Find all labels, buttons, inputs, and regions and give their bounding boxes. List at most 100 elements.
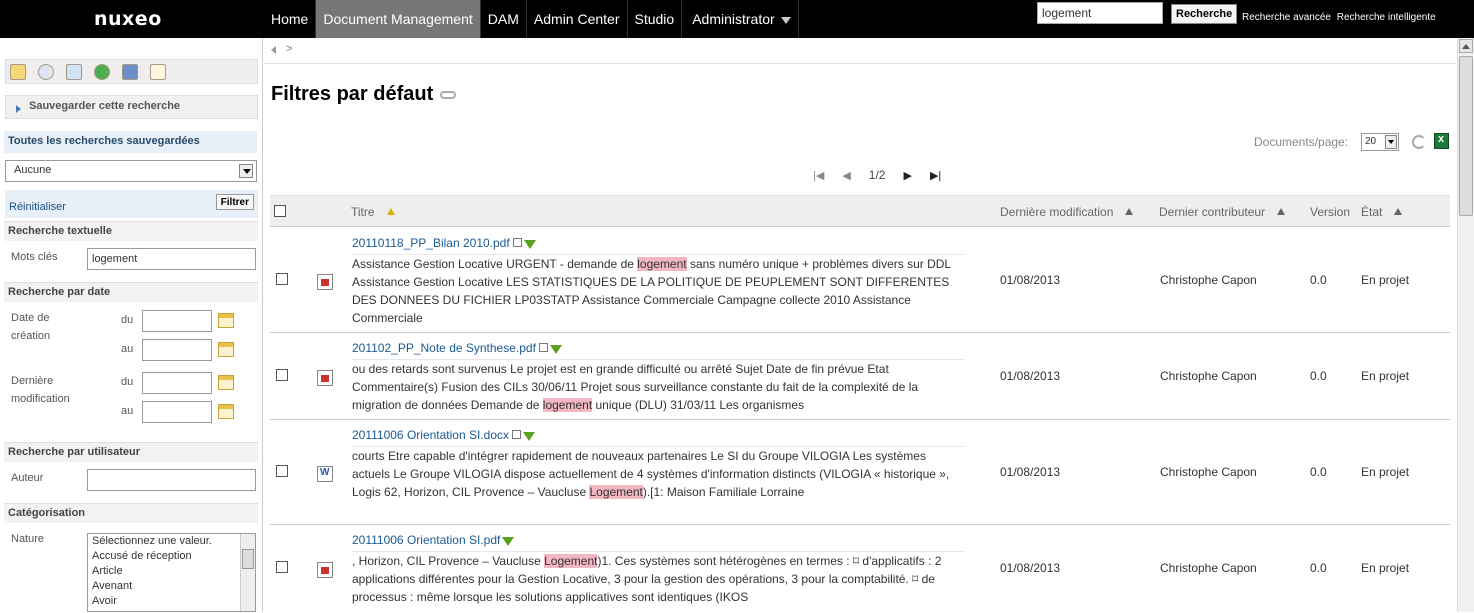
saved-searches-heading: Toutes les recherches sauvegardées xyxy=(4,131,257,153)
smart-search-link[interactable]: Recherche intelligente xyxy=(1337,12,1436,23)
nav-admin-center[interactable]: Admin Center xyxy=(527,0,628,38)
modification-from-input[interactable] xyxy=(142,372,212,394)
download-icon[interactable] xyxy=(549,345,562,354)
row-checkbox[interactable] xyxy=(276,273,288,285)
download-icon[interactable] xyxy=(502,537,515,546)
excel-export-icon[interactable] xyxy=(1434,133,1449,149)
download-icon[interactable] xyxy=(523,240,536,249)
table-row: 20111006 Orientation SI.pdf , Horizon, C… xyxy=(270,525,1450,613)
next-page-icon[interactable]: ▶ xyxy=(903,169,911,182)
folder-search-icon[interactable] xyxy=(10,63,26,80)
nature-option[interactable]: Article xyxy=(88,564,255,579)
tag-icon[interactable] xyxy=(66,63,82,80)
notepad-icon[interactable] xyxy=(122,63,138,80)
column-title[interactable]: Titre xyxy=(351,205,395,219)
chevron-down-icon xyxy=(239,164,253,178)
nature-scroll-thumb[interactable] xyxy=(242,549,254,569)
chevron-down-icon xyxy=(780,16,791,24)
contributor-name: Christophe Capon xyxy=(1160,273,1257,287)
keywords-input[interactable] xyxy=(87,248,256,270)
calendar-icon[interactable] xyxy=(218,342,234,357)
modification-to-input[interactable] xyxy=(142,401,212,423)
contributor-name: Christophe Capon xyxy=(1160,369,1257,383)
state-value: En projet xyxy=(1361,465,1410,479)
previous-page-icon[interactable]: ◀ xyxy=(842,169,850,182)
top-bar: nuxeo Home Document Management DAM Admin… xyxy=(0,0,1474,38)
nav-dam[interactable]: DAM xyxy=(481,0,527,38)
nature-option[interactable]: Sélectionnez une valeur. xyxy=(88,534,255,549)
nature-option[interactable]: Avoir xyxy=(88,594,255,609)
scroll-up-icon[interactable] xyxy=(1459,39,1473,53)
column-modified[interactable]: Dernière modification xyxy=(1000,205,1134,219)
nav-studio[interactable]: Studio xyxy=(628,0,683,38)
top-search-links: Recherche avancée Recherche intelligente xyxy=(1242,12,1439,23)
external-link-icon[interactable] xyxy=(512,238,522,247)
top-search-button[interactable]: Recherche xyxy=(1171,4,1238,24)
column-contributor-label: Dernier contributeur xyxy=(1159,205,1266,219)
calendar-icon[interactable] xyxy=(218,375,234,390)
creation-date-label-line1: Date de xyxy=(11,312,50,324)
filter-button[interactable]: Filtrer xyxy=(215,194,254,210)
row-checkbox[interactable] xyxy=(276,369,288,381)
modification-from-label: du xyxy=(121,376,134,388)
state-value: En projet xyxy=(1361,369,1410,383)
document-title-link[interactable]: 20111006 Orientation SI.pdf xyxy=(352,533,515,547)
nuxeo-logo[interactable]: nuxeo xyxy=(94,8,162,30)
author-input[interactable] xyxy=(87,469,256,491)
top-search-input[interactable] xyxy=(1037,2,1163,24)
creation-from-input[interactable] xyxy=(142,310,212,332)
pdf-file-icon xyxy=(317,562,333,578)
row-checkbox[interactable] xyxy=(276,561,288,573)
page-scrollbar[interactable] xyxy=(1457,38,1474,612)
column-state[interactable]: État xyxy=(1361,205,1403,219)
back-arrow-icon[interactable] xyxy=(271,46,276,54)
document-title-link[interactable]: 20111006 Orientation SI.docx xyxy=(352,428,535,442)
reset-link[interactable]: Réinitialiser xyxy=(9,201,66,213)
document-title-text: 201102_PP_Note de Synthese.pdf xyxy=(352,341,536,355)
download-icon[interactable] xyxy=(523,432,535,441)
nature-listbox[interactable]: Sélectionnez une valeur. Accusé de récep… xyxy=(87,533,256,612)
search-highlight: logement xyxy=(542,398,593,412)
nav-administrator-menu[interactable]: Administrator xyxy=(682,0,799,38)
calendar-icon[interactable] xyxy=(218,404,234,419)
column-state-label: État xyxy=(1361,205,1383,219)
author-label: Auteur xyxy=(11,472,44,484)
creation-to-input[interactable] xyxy=(142,339,212,361)
first-page-icon[interactable]: |◀ xyxy=(813,169,824,182)
save-search-button[interactable]: Sauvegarder cette recherche xyxy=(5,95,258,119)
select-all-checkbox[interactable] xyxy=(274,205,286,217)
excerpt-text: unique (DLU) 31/03/11 Les organismes xyxy=(592,398,805,412)
document-title-text: 20111006 Orientation SI.docx xyxy=(352,428,509,442)
refresh-icon[interactable] xyxy=(1412,135,1426,149)
state-value: En projet xyxy=(1361,561,1410,575)
calendar-icon[interactable] xyxy=(218,313,234,328)
edit-list-icon[interactable] xyxy=(150,63,166,80)
external-link-icon[interactable] xyxy=(512,430,521,439)
column-version[interactable]: Version xyxy=(1310,205,1350,219)
pager: |◀ ◀ 1/2 ▶ ▶| xyxy=(804,168,950,182)
globe-icon[interactable] xyxy=(94,63,110,80)
row-checkbox[interactable] xyxy=(276,465,288,477)
nav-document-management[interactable]: Document Management xyxy=(316,0,481,38)
version-value: 0.0 xyxy=(1310,561,1327,575)
nav-home[interactable]: Home xyxy=(264,0,317,38)
nature-option[interactable]: Avenant xyxy=(88,579,255,594)
table-row: 20111006 Orientation SI.docx courts Etre… xyxy=(270,420,1450,525)
external-link-icon[interactable] xyxy=(538,343,548,352)
nature-option[interactable]: Accusé de réception xyxy=(88,549,255,564)
docs-per-page-select[interactable]: 20 xyxy=(1361,133,1399,151)
scroll-thumb[interactable] xyxy=(1459,56,1473,216)
magnifier-icon[interactable] xyxy=(38,63,54,80)
table-row: 20110118_PP_Bilan 2010.pdf Assistance Ge… xyxy=(270,228,1450,333)
version-value: 0.0 xyxy=(1310,369,1327,383)
document-title-link[interactable]: 201102_PP_Note de Synthese.pdf xyxy=(352,341,562,355)
saved-searches-select[interactable]: Aucune xyxy=(5,160,257,182)
modified-date: 01/08/2013 xyxy=(1000,465,1061,479)
document-title-text: 20110118_PP_Bilan 2010.pdf xyxy=(352,236,510,250)
advanced-search-link[interactable]: Recherche avancée xyxy=(1242,12,1331,23)
nature-scrollbar[interactable] xyxy=(240,534,255,611)
document-title-link[interactable]: 20110118_PP_Bilan 2010.pdf xyxy=(352,236,536,250)
last-page-icon[interactable]: ▶| xyxy=(930,169,941,182)
permalink-icon[interactable] xyxy=(440,91,456,99)
column-contributor[interactable]: Dernier contributeur xyxy=(1159,205,1286,219)
